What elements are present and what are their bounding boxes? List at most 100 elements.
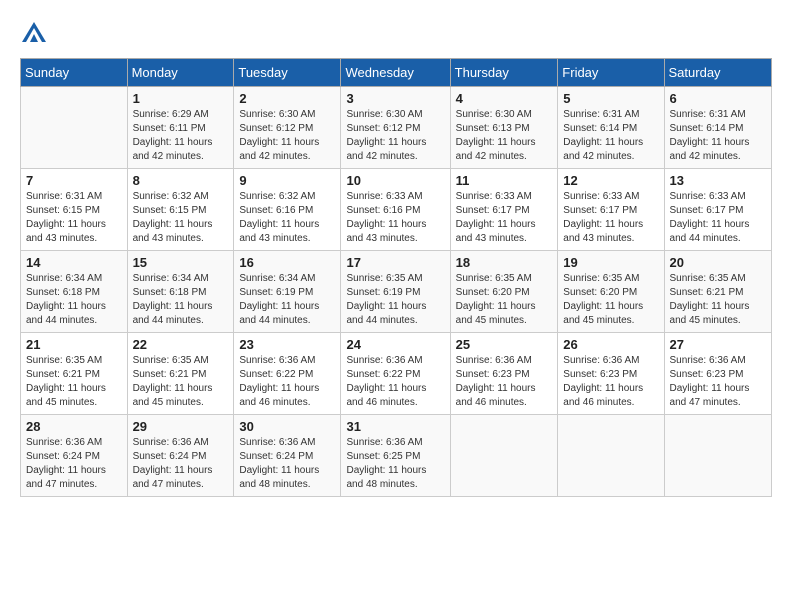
calendar-cell: 23 Sunrise: 6:36 AM Sunset: 6:22 PM Dayli… (234, 333, 341, 415)
calendar-cell: 7 Sunrise: 6:31 AM Sunset: 6:15 PM Daylig… (21, 169, 128, 251)
day-number: 31 (346, 419, 444, 434)
day-info: Sunrise: 6:36 AM Sunset: 6:22 PM Dayligh… (239, 354, 335, 410)
page-header (20, 20, 772, 48)
day-header-sunday: Sunday (21, 59, 128, 87)
day-number: 11 (456, 173, 553, 188)
calendar-cell: 19 Sunrise: 6:35 AM Sunset: 6:20 PM Dayli… (558, 251, 664, 333)
day-info: Sunrise: 6:35 AM Sunset: 6:20 PM Dayligh… (563, 272, 658, 328)
calendar-cell: 5Sunrise: 6:31 AM Sunset: 6:14 PM Daylig… (558, 87, 664, 169)
week-row-1: 1 Sunrise: 6:29 AM Sunset: 6:11 PM Daylig… (21, 87, 772, 169)
day-info: Sunrise: 6:35 AM Sunset: 6:21 PM Dayligh… (133, 354, 229, 410)
calendar-cell: 3Sunrise: 6:30 AM Sunset: 6:12 PM Daylig… (341, 87, 450, 169)
logo-icon (20, 20, 48, 48)
day-info: Sunrise: 6:36 AM Sunset: 6:23 PM Dayligh… (456, 354, 553, 410)
day-info: Sunrise: 6:36 AM Sunset: 6:23 PM Dayligh… (563, 354, 658, 410)
day-header-monday: Monday (127, 59, 234, 87)
day-info: Sunrise: 6:30 AM Sunset: 6:13 PM Dayligh… (456, 108, 553, 164)
week-row-5: 28 Sunrise: 6:36 AM Sunset: 6:24 PM Dayli… (21, 415, 772, 497)
day-number: 23 (239, 337, 335, 352)
calendar-cell (558, 415, 664, 497)
calendar-cell: 18 Sunrise: 6:35 AM Sunset: 6:20 PM Dayli… (450, 251, 558, 333)
day-number: 15 (133, 255, 229, 270)
day-info: Sunrise: 6:30 AM Sunset: 6:12 PM Dayligh… (239, 108, 335, 164)
day-number: 1 (133, 91, 229, 106)
day-number: 26 (563, 337, 658, 352)
day-number: 28 (26, 419, 122, 434)
calendar-table: SundayMondayTuesdayWednesdayThursdayFrid… (20, 58, 772, 497)
calendar-cell (450, 415, 558, 497)
day-number: 2 (239, 91, 335, 106)
day-info: Sunrise: 6:36 AM Sunset: 6:24 PM Dayligh… (239, 436, 335, 492)
calendar-cell: 13Sunrise: 6:33 AM Sunset: 6:17 PM Dayli… (664, 169, 771, 251)
day-header-wednesday: Wednesday (341, 59, 450, 87)
calendar-cell: 30 Sunrise: 6:36 AM Sunset: 6:24 PM Dayli… (234, 415, 341, 497)
day-number: 16 (239, 255, 335, 270)
day-info: Sunrise: 6:35 AM Sunset: 6:20 PM Dayligh… (456, 272, 553, 328)
day-number: 10 (346, 173, 444, 188)
week-row-4: 21 Sunrise: 6:35 AM Sunset: 6:21 PM Dayli… (21, 333, 772, 415)
day-info: Sunrise: 6:34 AM Sunset: 6:18 PM Dayligh… (26, 272, 122, 328)
day-number: 4 (456, 91, 553, 106)
calendar-cell: 10Sunrise: 6:33 AM Sunset: 6:16 PM Dayli… (341, 169, 450, 251)
day-number: 20 (670, 255, 766, 270)
day-info: Sunrise: 6:34 AM Sunset: 6:19 PM Dayligh… (239, 272, 335, 328)
day-header-tuesday: Tuesday (234, 59, 341, 87)
day-info: Sunrise: 6:31 AM Sunset: 6:14 PM Dayligh… (670, 108, 766, 164)
day-info: Sunrise: 6:31 AM Sunset: 6:14 PM Dayligh… (563, 108, 658, 164)
calendar-cell: 16 Sunrise: 6:34 AM Sunset: 6:19 PM Dayli… (234, 251, 341, 333)
calendar-cell: 24 Sunrise: 6:36 AM Sunset: 6:22 PM Dayli… (341, 333, 450, 415)
day-info: Sunrise: 6:36 AM Sunset: 6:24 PM Dayligh… (26, 436, 122, 492)
day-info: Sunrise: 6:33 AM Sunset: 6:17 PM Dayligh… (670, 190, 766, 246)
day-header-row: SundayMondayTuesdayWednesdayThursdayFrid… (21, 59, 772, 87)
calendar-cell: 26 Sunrise: 6:36 AM Sunset: 6:23 PM Dayli… (558, 333, 664, 415)
calendar-cell: 21Sunrise: 6:35 AM Sunset: 6:21 PM Dayli… (21, 333, 128, 415)
day-number: 7 (26, 173, 122, 188)
day-info: Sunrise: 6:33 AM Sunset: 6:17 PM Dayligh… (456, 190, 553, 246)
calendar-cell: 9 Sunrise: 6:32 AM Sunset: 6:16 PM Daylig… (234, 169, 341, 251)
calendar-cell: 14 Sunrise: 6:34 AM Sunset: 6:18 PM Dayli… (21, 251, 128, 333)
day-info: Sunrise: 6:32 AM Sunset: 6:16 PM Dayligh… (239, 190, 335, 246)
day-number: 6 (670, 91, 766, 106)
day-number: 14 (26, 255, 122, 270)
day-info: Sunrise: 6:34 AM Sunset: 6:18 PM Dayligh… (133, 272, 229, 328)
day-number: 22 (133, 337, 229, 352)
day-info: Sunrise: 6:33 AM Sunset: 6:17 PM Dayligh… (563, 190, 658, 246)
calendar-cell: 28 Sunrise: 6:36 AM Sunset: 6:24 PM Dayli… (21, 415, 128, 497)
calendar-cell: 17Sunrise: 6:35 AM Sunset: 6:19 PM Dayli… (341, 251, 450, 333)
calendar-cell: 11 Sunrise: 6:33 AM Sunset: 6:17 PM Dayli… (450, 169, 558, 251)
day-number: 9 (239, 173, 335, 188)
day-number: 19 (563, 255, 658, 270)
calendar-cell: 4 Sunrise: 6:30 AM Sunset: 6:13 PM Daylig… (450, 87, 558, 169)
day-header-thursday: Thursday (450, 59, 558, 87)
day-number: 24 (346, 337, 444, 352)
day-number: 12 (563, 173, 658, 188)
day-info: Sunrise: 6:36 AM Sunset: 6:24 PM Dayligh… (133, 436, 229, 492)
calendar-cell (21, 87, 128, 169)
calendar-cell: 12 Sunrise: 6:33 AM Sunset: 6:17 PM Dayli… (558, 169, 664, 251)
day-number: 25 (456, 337, 553, 352)
day-number: 30 (239, 419, 335, 434)
day-info: Sunrise: 6:36 AM Sunset: 6:23 PM Dayligh… (670, 354, 766, 410)
calendar-cell (664, 415, 771, 497)
day-info: Sunrise: 6:30 AM Sunset: 6:12 PM Dayligh… (346, 108, 444, 164)
calendar-cell: 31 Sunrise: 6:36 AM Sunset: 6:25 PM Dayli… (341, 415, 450, 497)
day-number: 8 (133, 173, 229, 188)
day-info: Sunrise: 6:31 AM Sunset: 6:15 PM Dayligh… (26, 190, 122, 246)
day-number: 29 (133, 419, 229, 434)
day-header-friday: Friday (558, 59, 664, 87)
day-info: Sunrise: 6:36 AM Sunset: 6:25 PM Dayligh… (346, 436, 444, 492)
day-number: 17 (346, 255, 444, 270)
day-header-saturday: Saturday (664, 59, 771, 87)
calendar-cell: 25 Sunrise: 6:36 AM Sunset: 6:23 PM Dayli… (450, 333, 558, 415)
day-number: 21 (26, 337, 122, 352)
day-number: 18 (456, 255, 553, 270)
logo (20, 20, 52, 48)
calendar-cell: 15 Sunrise: 6:34 AM Sunset: 6:18 PM Dayli… (127, 251, 234, 333)
calendar-cell: 8Sunrise: 6:32 AM Sunset: 6:15 PM Daylig… (127, 169, 234, 251)
day-info: Sunrise: 6:29 AM Sunset: 6:11 PM Dayligh… (133, 108, 229, 164)
calendar-cell: 1 Sunrise: 6:29 AM Sunset: 6:11 PM Daylig… (127, 87, 234, 169)
calendar-cell: 2 Sunrise: 6:30 AM Sunset: 6:12 PM Daylig… (234, 87, 341, 169)
calendar-cell: 29 Sunrise: 6:36 AM Sunset: 6:24 PM Dayli… (127, 415, 234, 497)
day-info: Sunrise: 6:35 AM Sunset: 6:21 PM Dayligh… (670, 272, 766, 328)
day-info: Sunrise: 6:36 AM Sunset: 6:22 PM Dayligh… (346, 354, 444, 410)
